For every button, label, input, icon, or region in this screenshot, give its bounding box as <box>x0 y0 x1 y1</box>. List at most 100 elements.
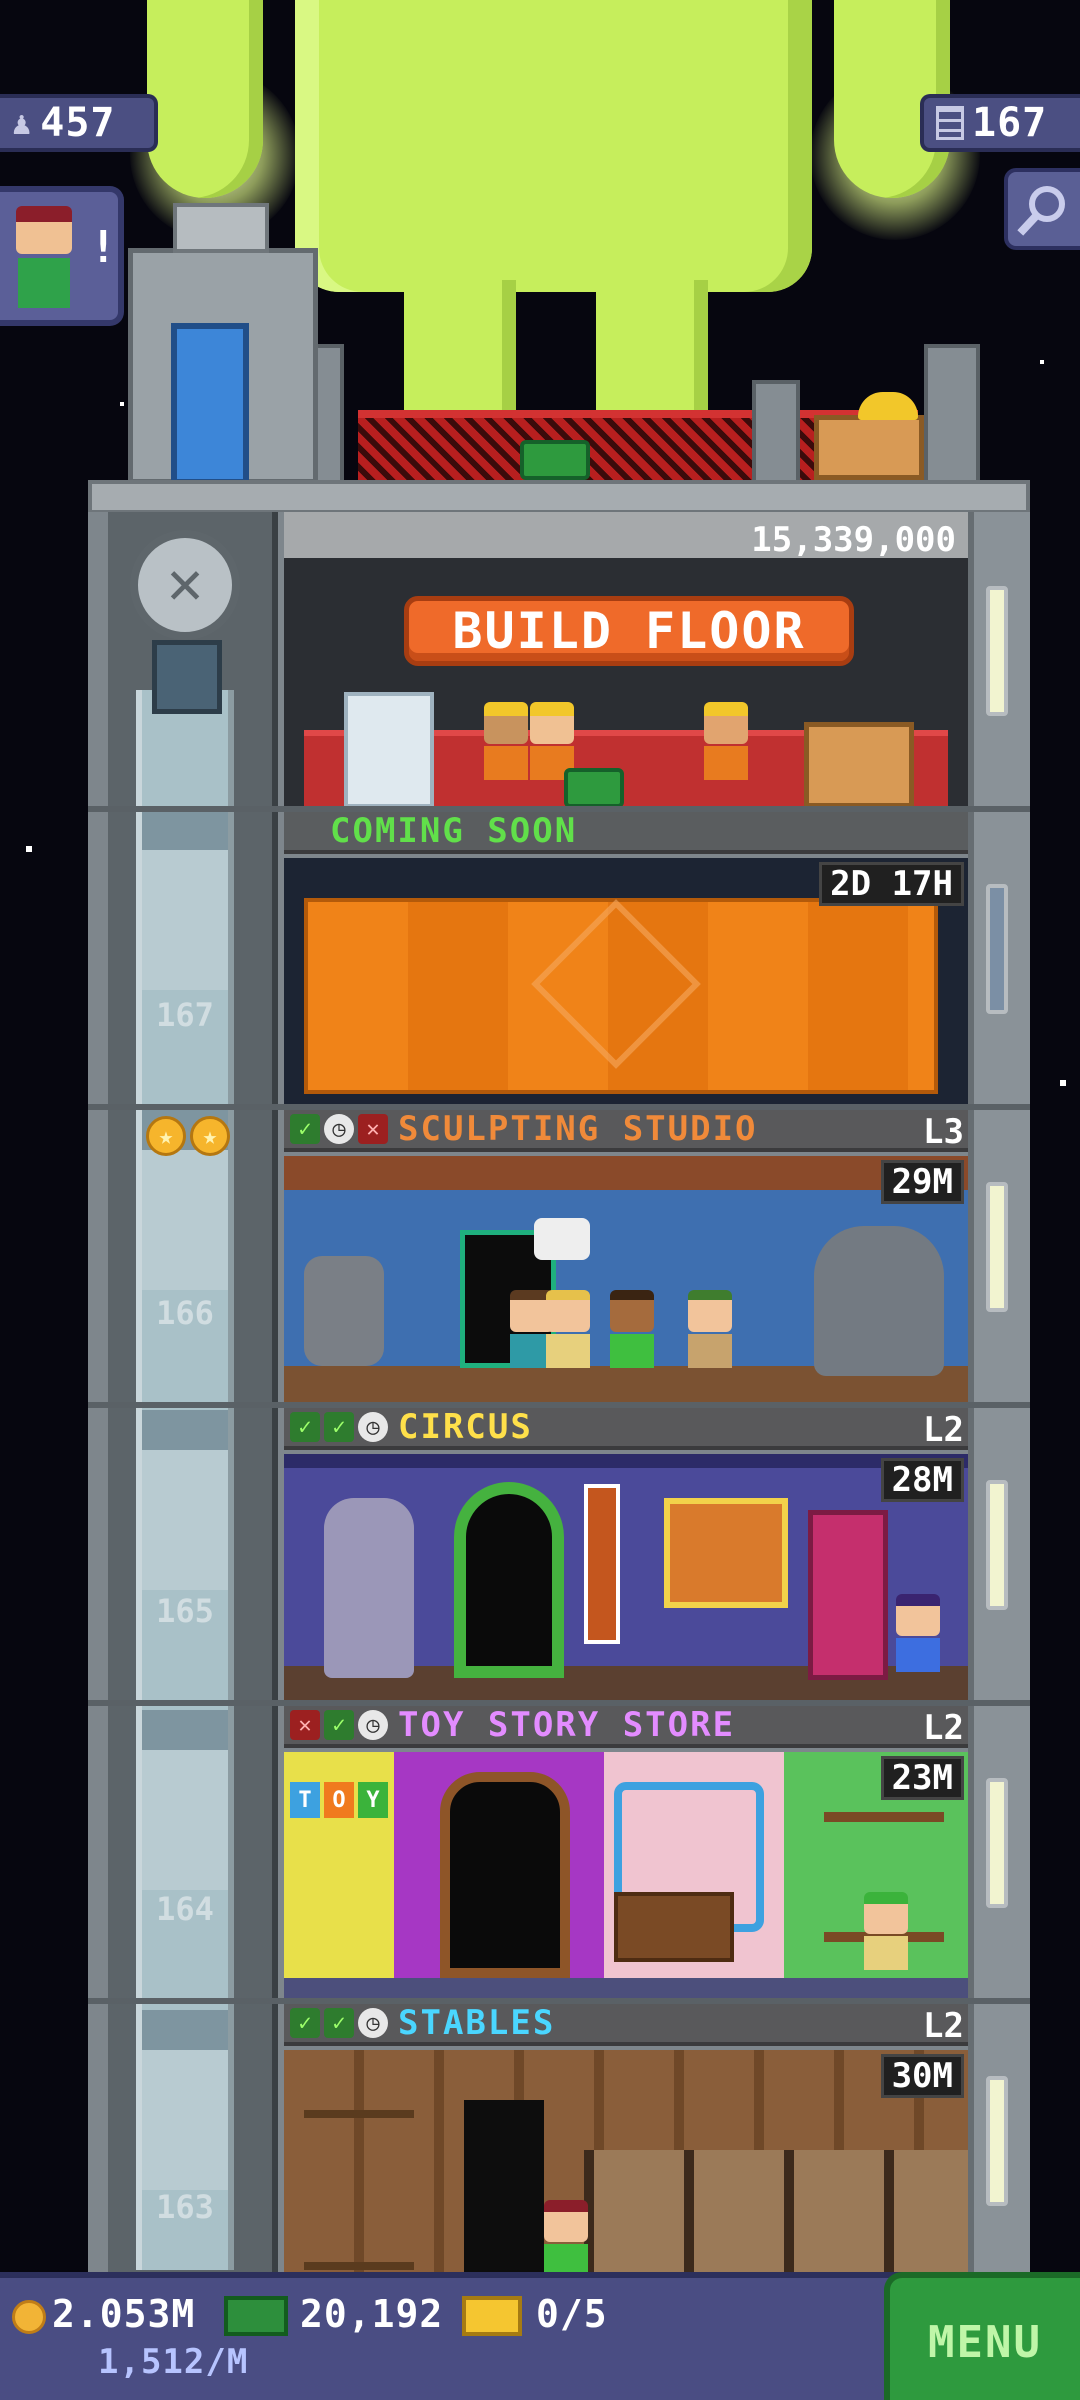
menu-button[interactable]: MENU <box>884 2272 1080 2400</box>
circus-poster <box>584 1484 620 1644</box>
floor-circus[interactable]: ✓ ✓ ◷ CIRCUS L2 28M <box>284 1407 968 1702</box>
floor-price: 29M <box>880 1160 964 1204</box>
floor-level: L2 <box>923 1410 964 1450</box>
elevator-motor <box>152 640 222 714</box>
floor-stables[interactable]: ✓ ✓ ◷ STABLES L2 30M <box>284 2003 968 2272</box>
floor-toy-story-store[interactable]: ✕ ✓ ◷ TOY STORY STORE L2 T O Y 23M <box>284 1705 968 2000</box>
feed-shelf <box>304 2110 414 2270</box>
coming-soon-label: COMING SOON <box>330 811 578 851</box>
check-icon: ✓ <box>290 2008 320 2038</box>
floor-level: L3 <box>923 1112 964 1152</box>
visitor[interactable] <box>546 1290 590 1368</box>
clock-icon: ◷ <box>358 1412 388 1442</box>
elevator-floor-number: 166 <box>156 1294 214 1332</box>
floor-header: ✓ ✓ ◷ STABLES L2 <box>284 2003 968 2046</box>
window-light <box>986 1778 1008 1908</box>
build-floor-button[interactable]: BUILD FLOOR <box>404 596 854 666</box>
ceiling-lights <box>284 1454 968 1468</box>
mission-alert-button[interactable]: ! <box>0 186 124 326</box>
block-letter: Y <box>358 1782 388 1818</box>
clock-icon: ◷ <box>324 1114 354 1144</box>
x-icon: ✕ <box>358 1114 388 1144</box>
toy-shelf <box>614 1892 734 1962</box>
check-icon: ✓ <box>324 1710 354 1740</box>
floor-interior <box>284 2050 968 2272</box>
vip-stars[interactable]: ★ ★ <box>146 1116 230 1156</box>
avatar-body <box>18 258 70 308</box>
roof-stair-room <box>128 203 318 485</box>
residents-count: 457 <box>40 100 116 146</box>
visitor[interactable] <box>610 1290 654 1368</box>
roof-pillar <box>752 380 800 485</box>
search-button[interactable] <box>1004 168 1080 250</box>
elevator-floor-number: 164 <box>156 1890 214 1928</box>
bitizen-worker[interactable] <box>688 1290 732 1368</box>
bitizen-worker[interactable] <box>864 1892 908 1970</box>
check-icon: ✓ <box>324 2008 354 2038</box>
window-light <box>986 1480 1008 1610</box>
floor-price: 23M <box>880 1756 964 1800</box>
bux-icon <box>224 2296 288 2336</box>
residents-counter[interactable]: ♟ 457 <box>0 94 158 152</box>
floors-count: 167 <box>972 100 1048 146</box>
window-light <box>986 884 1008 1014</box>
coming-soon-floor[interactable]: COMING SOON 2D 17H <box>284 811 968 1106</box>
coins-amount: 2.053M <box>52 2292 196 2336</box>
clock-icon: ◷ <box>358 2008 388 2038</box>
star-icon: ★ <box>146 1116 186 1156</box>
stable-doorway[interactable] <box>464 2100 544 2272</box>
floor-name: TOY STORY STORE <box>398 1705 736 1745</box>
sculpture-statue <box>814 1226 944 1376</box>
roof-door[interactable] <box>171 323 249 485</box>
check-icon: ✓ <box>324 1412 354 1442</box>
material-bags <box>344 692 434 808</box>
visitor[interactable] <box>544 2200 588 2272</box>
avatar-head <box>16 206 72 254</box>
supply-crate <box>814 415 924 480</box>
floor-sculpting-studio[interactable]: ✓ ◷ ✕ SCULPTING STUDIO L3 29M <box>284 1109 968 1404</box>
coming-soon-timer: 2D 17H <box>819 862 964 906</box>
magnifier-icon <box>1017 186 1065 236</box>
coin-icon <box>12 2300 46 2334</box>
build-floor-price: 15,339,000 <box>751 520 956 560</box>
construction-worker <box>704 702 748 780</box>
tickets-count: 0/5 <box>536 2292 608 2336</box>
elephant-statue <box>324 1498 414 1678</box>
android-arm-left <box>147 0 263 198</box>
construction-worker <box>484 702 528 780</box>
block-letter: T <box>290 1782 320 1818</box>
floor-price: 28M <box>880 1458 964 1502</box>
coins-rate: 1,512/M <box>98 2342 249 2382</box>
floor-header: ✓ ✓ ◷ CIRCUS L2 <box>284 1407 968 1450</box>
floor-level: L2 <box>923 1708 964 1748</box>
shelf-beam <box>284 1156 968 1190</box>
star-dot <box>1060 1080 1066 1086</box>
star-dot <box>26 846 32 852</box>
star-icon: ★ <box>190 1116 230 1156</box>
coming-soon-header: COMING SOON <box>284 811 968 854</box>
circus-tent-door[interactable] <box>454 1482 564 1678</box>
window-light <box>986 2076 1008 2206</box>
speech-bubble <box>534 1218 590 1260</box>
fortune-machine <box>808 1510 888 1680</box>
floor-header: ✓ ◷ ✕ SCULPTING STUDIO L3 <box>284 1109 968 1152</box>
store-floor <box>284 1978 968 2000</box>
store-doorway[interactable] <box>440 1772 570 1978</box>
star-dot <box>1040 360 1044 364</box>
roof-vent <box>173 203 269 253</box>
window-light <box>986 586 1008 716</box>
visitor[interactable] <box>896 1594 940 1672</box>
floors-counter[interactable]: 167 <box>920 94 1080 152</box>
build-floor-slot[interactable]: 15,339,000 BUILD FLOOR <box>284 512 968 810</box>
x-icon: ✕ <box>290 1710 320 1740</box>
elevator-track[interactable] <box>136 690 234 2270</box>
window-light <box>986 1182 1008 1312</box>
sculpture-head <box>304 1256 384 1366</box>
tower-right-wall <box>968 512 1030 2272</box>
tiger-painting <box>664 1498 788 1608</box>
floor-name: SCULPTING STUDIO <box>398 1109 758 1149</box>
pulley-x-icon: ✕ <box>166 548 204 618</box>
clock-icon: ◷ <box>358 1710 388 1740</box>
roof-pillar <box>924 344 980 485</box>
check-icon: ✓ <box>290 1114 320 1144</box>
